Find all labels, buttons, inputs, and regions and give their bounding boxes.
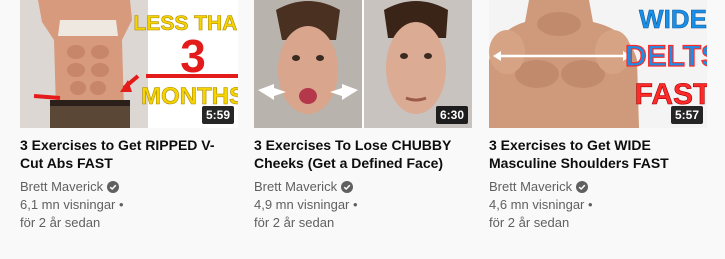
video-title[interactable]: 3 Exercises to Get RIPPED V- Cut Abs FAS… <box>20 136 236 172</box>
channel-row: Brett Maverick <box>254 178 472 196</box>
channel-row: Brett Maverick <box>489 178 707 196</box>
video-card[interactable]: LESS THAN 3 MONTHS 5:59 3 Exercises to G… <box>20 0 238 232</box>
thumbnail-text-number: 3 <box>180 30 206 82</box>
channel-row: Brett Maverick <box>20 178 238 196</box>
video-title-line: 3 Exercises to Get RIPPED V- <box>20 137 215 153</box>
video-card[interactable]: 6:30 3 Exercises To Lose CHUBBY Cheeks (… <box>254 0 472 232</box>
duration-badge: 6:30 <box>435 106 468 124</box>
video-meta: 4,9 mn visningar • för 2 år sedan <box>254 196 472 232</box>
channel-name[interactable]: Brett Maverick <box>20 178 103 196</box>
video-title-line: Cheeks (Get a Defined Face) <box>254 155 444 171</box>
upload-age: för 2 år sedan <box>489 215 570 230</box>
channel-name[interactable]: Brett Maverick <box>489 178 572 196</box>
upload-age: för 2 år sedan <box>20 215 101 230</box>
video-title[interactable]: 3 Exercises To Lose CHUBBY Cheeks (Get a… <box>254 136 470 172</box>
duration-badge: 5:57 <box>670 106 703 124</box>
video-title-line: Cut Abs FAST <box>20 155 113 171</box>
view-count: 4,9 mn visningar • <box>254 197 358 212</box>
verified-check-icon <box>107 181 120 193</box>
video-title-line: 3 Exercises To Lose CHUBBY <box>254 137 452 153</box>
duration-badge: 5:59 <box>201 106 234 124</box>
thumbnail-text-top: WIDE <box>639 4 707 34</box>
video-meta: 6,1 mn visningar • för 2 år sedan <box>20 196 238 232</box>
view-count: 6,1 mn visningar • <box>20 197 124 212</box>
verified-check-icon <box>341 181 354 193</box>
video-title-line: 3 Exercises to Get WIDE <box>489 137 651 153</box>
video-thumbnail[interactable]: WIDE DELTS FAST 5:57 <box>489 0 707 128</box>
video-card[interactable]: WIDE DELTS FAST 5:57 3 Exercises to Get … <box>489 0 707 232</box>
view-count: 4,6 mn visningar • <box>489 197 593 212</box>
thumbnail-text-middle: DELTS <box>625 40 707 73</box>
verified-check-icon <box>576 181 589 193</box>
video-grid: LESS THAN 3 MONTHS 5:59 3 Exercises to G… <box>0 0 725 259</box>
video-title[interactable]: 3 Exercises to Get WIDE Masculine Should… <box>489 136 705 172</box>
video-thumbnail[interactable]: LESS THAN 3 MONTHS 5:59 <box>20 0 238 128</box>
video-title-line: Masculine Shoulders FAST <box>489 155 669 171</box>
channel-name[interactable]: Brett Maverick <box>254 178 337 196</box>
video-meta: 4,6 mn visningar • för 2 år sedan <box>489 196 707 232</box>
upload-age: för 2 år sedan <box>254 215 335 230</box>
video-thumbnail[interactable]: 6:30 <box>254 0 472 128</box>
